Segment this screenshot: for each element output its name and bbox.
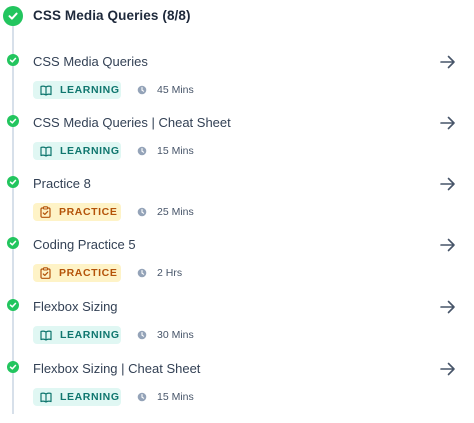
duration: 2 Hrs <box>137 266 182 280</box>
book-open-icon <box>40 84 52 96</box>
item-title[interactable]: Flexbox Sizing | Cheat Sheet <box>33 361 200 377</box>
type-badge: LEARNING <box>33 388 121 406</box>
duration-text: 2 Hrs <box>157 267 183 279</box>
book-open-icon <box>40 391 52 403</box>
list-item[interactable]: CSS Media Queries LEARNING 45 Mins <box>0 54 474 116</box>
clock-icon <box>137 85 147 95</box>
check-circle-icon <box>7 176 19 188</box>
section-header[interactable]: CSS Media Queries (8/8) <box>0 0 474 34</box>
type-badge: PRACTICE <box>33 264 121 282</box>
clock-icon <box>137 207 147 217</box>
item-title[interactable]: Flexbox Sizing <box>33 299 118 315</box>
duration-text: 30 Mins <box>157 329 194 341</box>
check-circle-icon <box>7 361 19 373</box>
clock-icon <box>137 268 147 278</box>
check-circle-icon <box>7 54 19 66</box>
clipboard-check-icon <box>40 267 51 279</box>
list-item[interactable]: Practice 8 PRACTICE 25 Mins <box>0 176 474 238</box>
item-title[interactable]: CSS Media Queries <box>33 54 148 70</box>
book-open-icon <box>40 145 52 157</box>
check-circle-icon <box>7 115 19 127</box>
duration-text: 15 Mins <box>157 145 194 157</box>
item-title[interactable]: Coding Practice 5 <box>33 237 136 253</box>
arrow-right-icon[interactable] <box>439 361 457 377</box>
check-circle-icon <box>7 299 19 311</box>
list-item[interactable]: Flexbox Sizing LEARNING 30 Mins <box>0 299 474 361</box>
badge-label: PRACTICE <box>59 206 118 218</box>
item-title[interactable]: Practice 8 <box>33 176 91 192</box>
badge-label: LEARNING <box>60 391 120 403</box>
badge-label: LEARNING <box>60 145 120 157</box>
type-badge: LEARNING <box>33 81 121 99</box>
type-badge: PRACTICE <box>33 203 121 221</box>
check-circle-icon <box>3 6 23 26</box>
duration-text: 25 Mins <box>157 206 194 218</box>
arrow-right-icon[interactable] <box>439 299 457 315</box>
type-badge: LEARNING <box>33 326 121 344</box>
clock-icon <box>137 330 147 340</box>
arrow-right-icon[interactable] <box>439 237 457 253</box>
book-open-icon <box>40 329 52 341</box>
arrow-right-icon[interactable] <box>439 115 457 131</box>
duration: 45 Mins <box>137 83 194 97</box>
badge-label: LEARNING <box>60 84 120 96</box>
duration: 15 Mins <box>137 390 194 404</box>
badge-label: LEARNING <box>60 329 120 341</box>
list-item[interactable]: CSS Media Queries | Cheat Sheet LEARNING… <box>0 115 474 177</box>
duration: 15 Mins <box>137 144 194 158</box>
duration: 25 Mins <box>137 205 194 219</box>
clock-icon <box>137 146 147 156</box>
list-item[interactable]: Coding Practice 5 PRACTICE 2 Hrs <box>0 237 474 299</box>
type-badge: LEARNING <box>33 142 121 160</box>
clipboard-check-icon <box>40 206 51 218</box>
arrow-right-icon[interactable] <box>439 176 457 192</box>
badge-label: PRACTICE <box>59 267 118 279</box>
duration-text: 45 Mins <box>157 84 194 96</box>
duration: 30 Mins <box>137 328 194 342</box>
arrow-right-icon[interactable] <box>439 54 457 70</box>
section-title: CSS Media Queries (8/8) <box>33 8 191 23</box>
check-circle-icon <box>7 237 19 249</box>
clock-icon <box>137 392 147 402</box>
duration-text: 15 Mins <box>157 391 194 403</box>
item-title[interactable]: CSS Media Queries | Cheat Sheet <box>33 115 231 131</box>
